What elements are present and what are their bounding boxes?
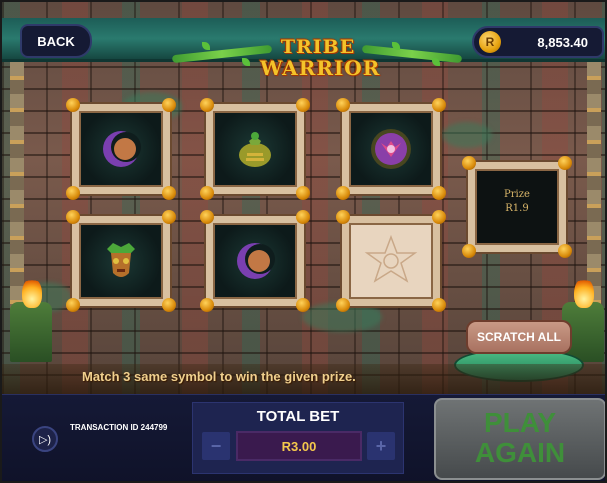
frame-knob — [558, 244, 572, 258]
scratch-tile[interactable] — [200, 98, 310, 200]
flame-decor — [22, 278, 42, 308]
coin-icon: R — [479, 31, 501, 53]
scratch-tile[interactable] — [66, 210, 176, 312]
moon-orb-icon — [237, 243, 275, 279]
frame-knob — [66, 210, 80, 224]
scratch-all-button[interactable]: SCRATCH ALL — [466, 320, 572, 354]
bet-decrease-button[interactable]: − — [202, 432, 230, 460]
frame-knob — [162, 186, 176, 200]
frame-knob — [66, 298, 80, 312]
scratch-all-label: SCRATCH ALL — [477, 330, 561, 344]
leaf-decor — [432, 58, 440, 66]
scratch-tile[interactable] — [200, 210, 310, 312]
bet-value: R3.00 — [236, 431, 362, 461]
frame-knob — [200, 186, 214, 200]
frame-knob — [432, 98, 446, 112]
frame-knob — [66, 186, 80, 200]
frame-knob — [162, 98, 176, 112]
frame-knob — [432, 298, 446, 312]
flame-decor — [574, 278, 594, 308]
frame-knob — [200, 98, 214, 112]
total-bet-label: TOTAL BET — [256, 408, 340, 425]
frame-knob — [336, 98, 350, 112]
prize-tile: Prize R1.9 — [462, 156, 572, 258]
scratch-tile[interactable] — [66, 98, 176, 200]
back-button[interactable]: BACK — [20, 24, 92, 58]
balance-value: 8,853.40 — [537, 35, 588, 50]
plus-icon: + — [375, 435, 387, 456]
frame-knob — [336, 186, 350, 200]
frame-knob — [296, 210, 310, 224]
rule-text: Match 3 same symbol to win the given pri… — [82, 369, 356, 384]
frame-knob — [462, 244, 476, 258]
frame-knob — [200, 210, 214, 224]
frame-knob — [296, 186, 310, 200]
scratched-stone-icon — [364, 234, 418, 283]
frame-knob — [432, 210, 446, 224]
back-button-label: BACK — [37, 33, 75, 49]
frame-knob — [200, 298, 214, 312]
scratch-tile[interactable] — [336, 98, 446, 200]
balance-display: R 8,853.40 — [472, 26, 604, 58]
frame-knob — [336, 210, 350, 224]
speaker-icon: ▷) — [38, 433, 52, 446]
game-logo: TRIBE WARRIOR — [260, 36, 381, 92]
prize-label-line1: Prize — [504, 189, 530, 200]
game-frame: BACK R 8,853.40 TRIBE WARRIOR Prize R1.9… — [0, 0, 607, 483]
play-again-button[interactable]: PLAY AGAIN — [434, 398, 605, 480]
minus-icon: − — [210, 435, 222, 456]
money-bag-icon — [239, 132, 271, 167]
logo-title-line1: TRIBE — [280, 36, 356, 58]
frame-knob — [336, 298, 350, 312]
leaf-decor — [242, 58, 250, 66]
frame-knob — [296, 298, 310, 312]
scratch-tile-unscratched[interactable] — [336, 210, 446, 312]
play-again-line2: AGAIN — [474, 437, 566, 468]
frame-knob — [162, 210, 176, 224]
frame-knob — [462, 156, 476, 170]
transaction-id: TRANSACTION ID 244799 — [70, 423, 168, 432]
frame-knob — [296, 98, 310, 112]
logo-title-line2: WARRIOR — [260, 56, 381, 80]
prize-label: Prize R1.9 — [468, 188, 566, 216]
play-again-line1: PLAY — [483, 407, 557, 438]
leaf-decor — [202, 42, 210, 50]
torch-decor — [10, 302, 52, 362]
frame-knob — [558, 156, 572, 170]
sound-toggle-button[interactable]: ▷) — [32, 426, 58, 452]
frame-knob — [66, 98, 80, 112]
prize-amount: R1.9 — [505, 203, 529, 214]
moon-orb-icon — [103, 131, 141, 167]
frame-knob — [432, 186, 446, 200]
frame-knob — [162, 298, 176, 312]
purple-amulet-icon — [371, 129, 411, 169]
bet-increase-button[interactable]: + — [367, 432, 395, 460]
leaf-decor — [392, 42, 400, 50]
moss-decor — [442, 122, 492, 148]
tribal-mask-icon — [107, 243, 135, 277]
